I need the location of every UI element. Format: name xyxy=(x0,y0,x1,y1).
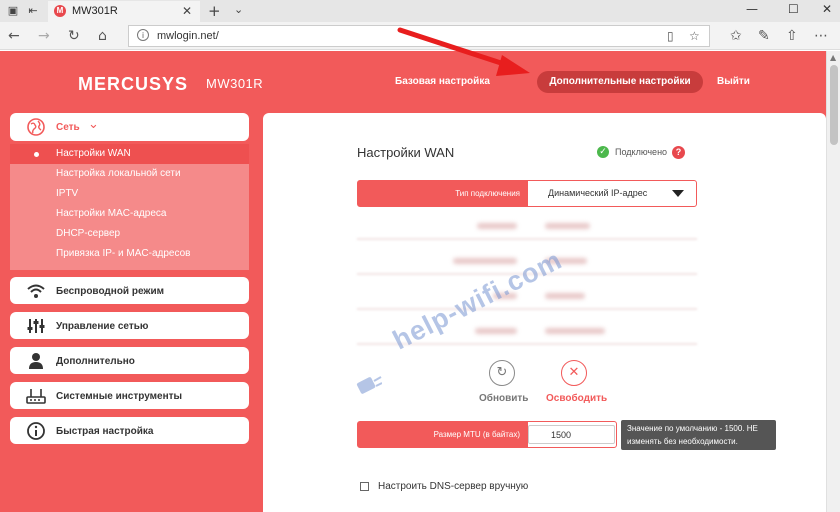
info-icon xyxy=(27,422,45,440)
connection-type-value[interactable]: Динамический IP-адрес xyxy=(548,181,647,206)
favorites-icon[interactable]: ✩ xyxy=(730,28,742,44)
new-tab-icon[interactable]: + xyxy=(208,2,221,20)
sidebar-item-label: DHCP-сервер xyxy=(56,228,121,239)
dns-manual-checkbox[interactable] xyxy=(360,482,369,491)
release-button[interactable]: Освободить xyxy=(546,393,607,404)
sidebar-item-dhcp[interactable]: DHCP-сервер xyxy=(10,224,249,244)
help-icon[interactable]: ? xyxy=(672,146,685,159)
site-info-icon[interactable]: i xyxy=(137,29,149,41)
sidebar-item-label: Беспроводной режим xyxy=(56,286,165,297)
address-bar-url[interactable]: mwlogin.net/ xyxy=(157,30,219,42)
nav-logout[interactable]: Выйти xyxy=(717,76,750,87)
sidebar-item-label: Настройка локальной сети xyxy=(56,168,181,179)
sidebar-item-label: Управление сетью xyxy=(56,321,149,332)
dropdown-arrow-icon[interactable] xyxy=(672,190,684,197)
sidebar-item-advanced[interactable]: Дополнительно xyxy=(10,347,249,374)
browser-titlebar: ▣ ⇤ M MW301R ✕ + ⌄ — ☐ ✕ xyxy=(0,0,840,22)
chevron-down-icon: ⌄ xyxy=(88,117,99,132)
refresh-icon[interactable]: ↻ xyxy=(68,28,80,44)
sidebar-item-wan[interactable]: Настройки WAN xyxy=(10,144,249,164)
maximize-icon[interactable]: ☐ xyxy=(788,2,799,16)
browser-tab[interactable]: M MW301R ✕ xyxy=(48,1,200,22)
nav-basic-settings[interactable]: Базовая настройка xyxy=(395,76,490,87)
dns-manual-label[interactable]: Настроить DNS-сервер вручную xyxy=(378,481,528,492)
mercusys-logo: MERCUSYS xyxy=(78,74,189,94)
connected-check-icon: ✓ xyxy=(597,146,609,158)
release-icon[interactable]: ✕ xyxy=(561,360,587,386)
sidebar-item-label: Привязка IP- и MAC-адресов xyxy=(56,248,191,259)
share-icon[interactable]: ⇧ xyxy=(786,28,798,44)
tab-list-chevron-icon[interactable]: ⌄ xyxy=(234,3,243,16)
mtu-label: Размер MTU (в байтах) xyxy=(358,422,528,447)
sidebar-network-header[interactable]: Сеть ⌄ xyxy=(10,113,249,141)
favorite-star-icon[interactable]: ☆ xyxy=(689,29,700,43)
renew-button[interactable]: Обновить xyxy=(479,393,528,404)
sidebar-item-wireless[interactable]: Беспроводной режим xyxy=(10,277,249,304)
sidebar-item-label: Настройки MAC-адреса xyxy=(56,208,167,219)
browser-navbar: ← → ↻ ⌂ i mwlogin.net/ ▯ ☆ ✩ ✎ ⇧ ⋯ xyxy=(0,22,840,50)
sidebar-item-lan[interactable]: Настройка локальной сети xyxy=(10,164,249,184)
network-submenu: Настройки WAN Настройка локальной сети I… xyxy=(10,144,249,270)
user-icon xyxy=(29,353,43,369)
home-icon[interactable]: ⌂ xyxy=(98,28,107,44)
sidebar-item-quick-setup[interactable]: Быстрая настройка xyxy=(10,417,249,444)
sidebar-item-iptv[interactable]: IPTV xyxy=(10,184,249,204)
connection-type-select[interactable]: Тип подключения Динамический IP-адрес xyxy=(357,180,697,207)
scroll-up-icon[interactable]: ▲ xyxy=(830,53,836,62)
page-title: Настройки WAN xyxy=(357,145,455,160)
nav-advanced-settings[interactable]: Дополнительные настройки xyxy=(537,71,703,93)
sidebar-item-mac[interactable]: Настройки MAC-адреса xyxy=(10,204,249,224)
sidebar-item-label: Дополнительно xyxy=(56,356,135,367)
address-bar[interactable]: i mwlogin.net/ ▯ ☆ xyxy=(128,25,710,47)
sidebar-item-label: Быстрая настройка xyxy=(56,426,154,437)
globe-icon xyxy=(27,118,45,136)
sidebar-item-system-tools[interactable]: Системные инструменты xyxy=(10,382,249,409)
redacted-info-row xyxy=(357,216,697,240)
mtu-tooltip: Значение по умолчанию - 1500. НЕ изменят… xyxy=(621,420,776,450)
connection-status: Подключено xyxy=(615,147,668,157)
tab-title: MW301R xyxy=(72,5,118,17)
page-scrollbar[interactable]: ▲ xyxy=(826,51,840,512)
set-tabs-aside-icon[interactable]: ⇤ xyxy=(26,4,40,18)
sidebar-item-label: IPTV xyxy=(56,188,79,199)
forward-icon[interactable]: → xyxy=(38,28,50,44)
mtu-input[interactable]: 1500 xyxy=(528,425,615,444)
connection-type-label: Тип подключения xyxy=(358,181,528,206)
back-icon[interactable]: ← xyxy=(8,28,20,44)
minimize-icon[interactable]: — xyxy=(746,2,758,16)
router-page: MERCUSYS MW301R Базовая настройка Дополн… xyxy=(0,51,826,512)
router-icon xyxy=(26,389,46,404)
mtu-row: Размер MTU (в байтах) 1500 xyxy=(357,421,617,448)
sidebar-item-label: Настройки WAN xyxy=(56,148,131,159)
selected-dot-icon xyxy=(34,152,39,157)
router-model: MW301R xyxy=(206,76,264,91)
watermark-plug-icon xyxy=(356,376,382,394)
sidebar-item-ip-mac-binding[interactable]: Привязка IP- и MAC-адресов xyxy=(10,244,249,264)
mercusys-favicon-icon: M xyxy=(54,5,66,17)
sidebar-item-label: Системные инструменты xyxy=(56,391,183,402)
sliders-icon xyxy=(27,319,45,333)
wifi-icon xyxy=(27,284,45,298)
refresh-icon[interactable]: ↻ xyxy=(489,360,515,386)
wan-settings-panel: Настройки WAN ✓ Подключено ? Тип подключ… xyxy=(263,113,826,512)
window-close-icon[interactable]: ✕ xyxy=(822,2,832,16)
pen-icon[interactable]: ✎ xyxy=(758,28,770,44)
sidebar-item-network-control[interactable]: Управление сетью xyxy=(10,312,249,339)
sidebar-network-label: Сеть xyxy=(56,122,80,133)
reading-view-icon[interactable]: ▯ xyxy=(667,29,674,43)
tab-actions-icon[interactable]: ▣ xyxy=(6,4,20,18)
close-tab-icon[interactable]: ✕ xyxy=(182,4,192,18)
more-icon[interactable]: ⋯ xyxy=(814,28,828,44)
scrollbar-thumb[interactable] xyxy=(830,65,838,145)
